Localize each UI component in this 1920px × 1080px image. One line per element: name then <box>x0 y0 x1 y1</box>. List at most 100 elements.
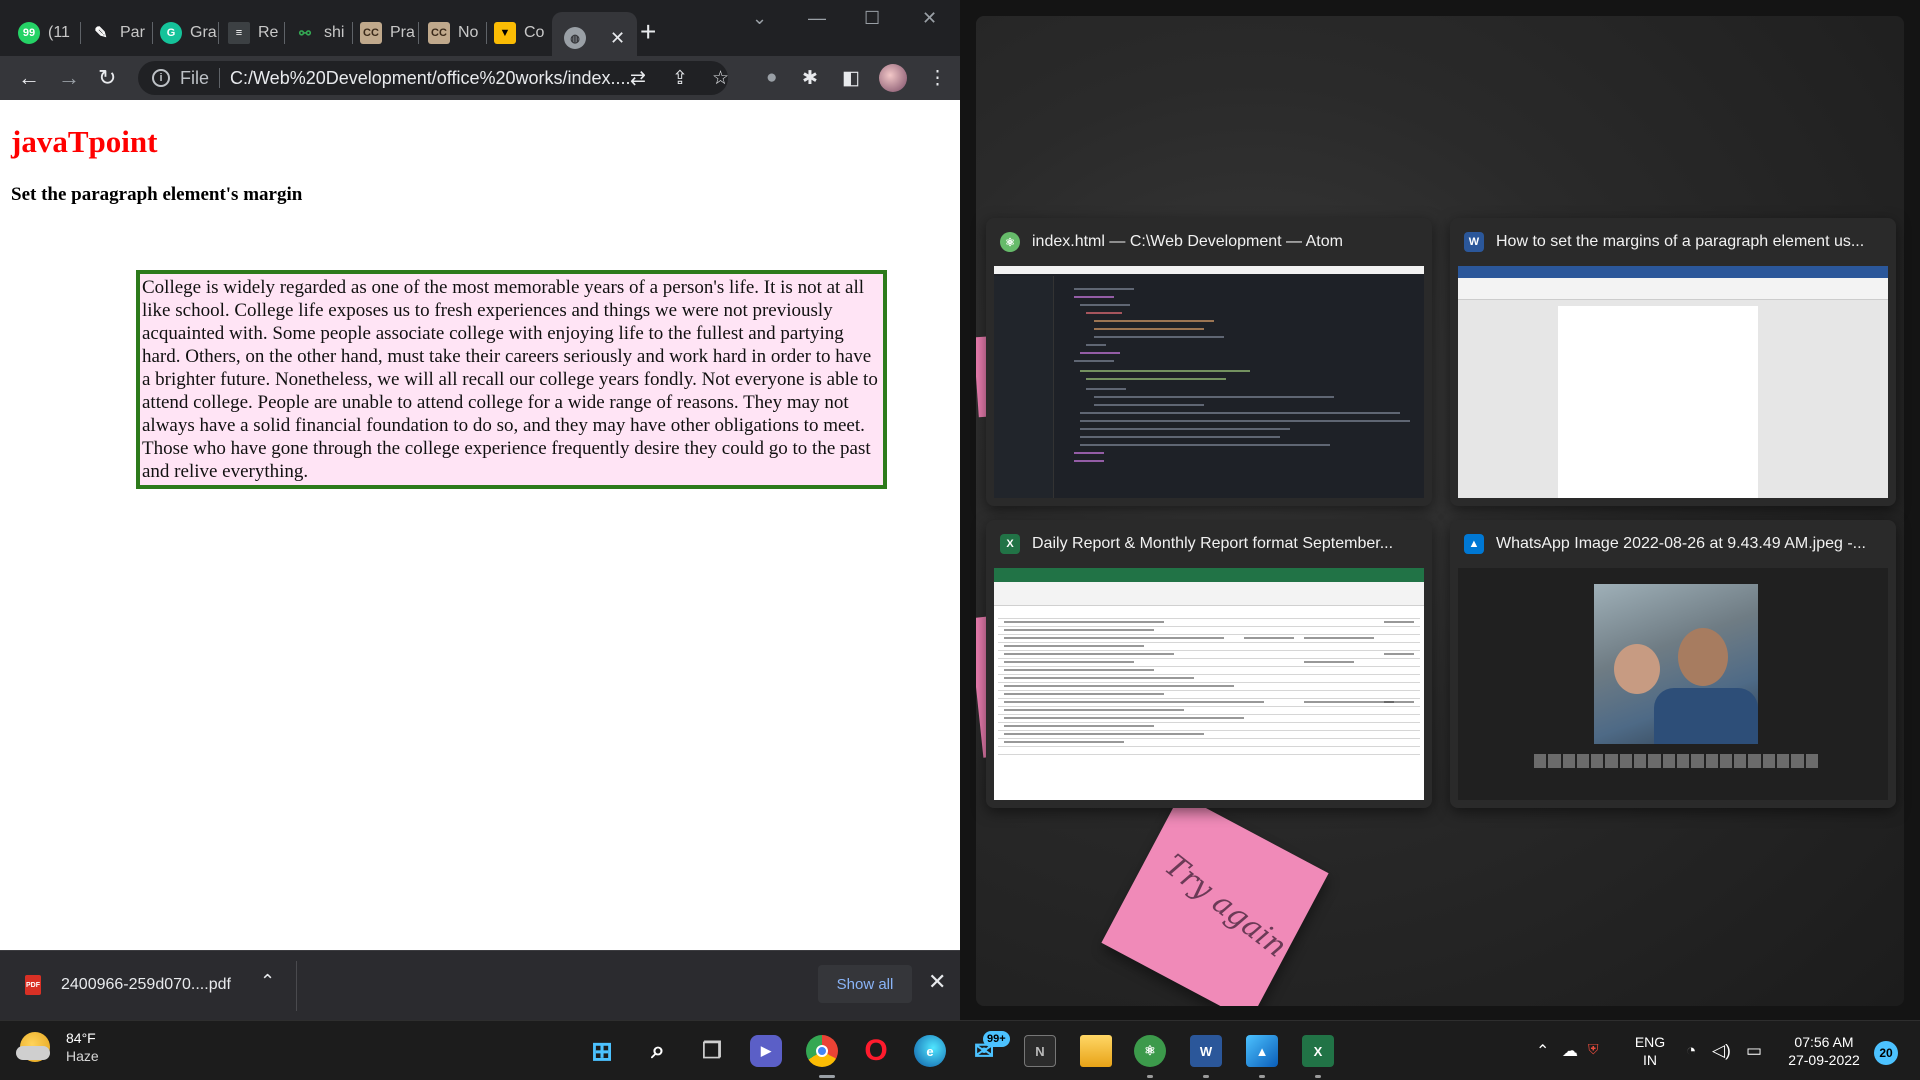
tab-no[interactable]: CC No <box>428 14 478 52</box>
clock-time: 07:56 AM <box>1794 1034 1854 1050</box>
snap-window-photos[interactable]: ▲ WhatsApp Image 2022-08-26 at 9.43.49 A… <box>1450 520 1896 808</box>
search-icon[interactable]: ⌕ <box>642 1035 674 1067</box>
chrome-icon[interactable] <box>806 1035 838 1067</box>
snap-window-word[interactable]: W How to set the margins of a paragraph … <box>1450 218 1896 506</box>
word-icon: W <box>1464 232 1484 252</box>
page-subheading: Set the paragraph element's margin <box>11 184 303 205</box>
photo-image <box>1594 584 1758 744</box>
link-icon: ⚯ <box>299 24 311 41</box>
minimize-icon[interactable]: — <box>808 8 826 29</box>
extensions-puzzle-icon[interactable]: ✱ <box>802 67 818 90</box>
tab-label: Pra <box>390 24 415 41</box>
start-windows-icon[interactable]: ⊞ <box>586 1035 618 1067</box>
forward-arrow-icon[interactable]: → <box>58 64 80 92</box>
photos-icon: ▲ <box>1464 534 1484 554</box>
tab-label: shi <box>324 24 345 41</box>
chrome-window: 99 (11 ✎ Par G Gra ≡ Re ⚯ shi CC Pra CC … <box>0 0 960 1020</box>
sticky-note-try-again: Try again <box>1101 794 1329 1006</box>
teams-chat-icon[interactable]: ▶ <box>750 1035 782 1067</box>
show-all-button[interactable]: Show all <box>818 965 912 1003</box>
grammarly-icon: G <box>160 22 182 44</box>
opera-icon[interactable]: O <box>860 1034 892 1067</box>
bookmark-star-icon[interactable]: ☆ <box>712 67 729 90</box>
side-panel-icon[interactable]: ◧ <box>842 67 860 90</box>
shield-icon: ▼ <box>494 22 516 44</box>
info-icon[interactable]: i <box>152 69 170 87</box>
close-icon[interactable]: ✕ <box>610 28 625 49</box>
battery-icon[interactable]: ▭ <box>1746 1041 1762 1061</box>
atom-icon: ⚛ <box>1000 232 1020 252</box>
excel-icon[interactable]: X <box>1302 1035 1334 1067</box>
translate-icon[interactable]: ⇄ <box>630 67 646 90</box>
tab-label: Gra <box>190 24 217 41</box>
volume-icon[interactable]: ◁) <box>1712 1041 1731 1061</box>
language-indicator[interactable]: ENG IN <box>1630 1033 1670 1069</box>
tab-pra[interactable]: CC Pra <box>360 14 415 52</box>
tab-grammarly[interactable]: G Gra <box>160 14 217 52</box>
word-icon[interactable]: W <box>1190 1035 1222 1067</box>
maximize-icon[interactable]: ☐ <box>864 8 880 29</box>
atom-icon[interactable]: ⚛ <box>1134 1035 1166 1067</box>
photo-thumbnail <box>1458 568 1888 800</box>
desktop-wallpaper: Try again <box>976 16 1904 1006</box>
taskbar: 84°F Haze ⊞ ⌕ ❐ ▶ O e ✉ 99+ N ⚛ W ▲ X ⌃ … <box>0 1020 1920 1080</box>
clock[interactable]: 07:56 AM 27-09-2022 <box>1784 1033 1864 1069</box>
word-thumbnail <box>1458 266 1888 498</box>
task-view-icon[interactable]: ❐ <box>696 1035 728 1067</box>
notification-badge[interactable]: 20 <box>1874 1041 1898 1065</box>
close-window-icon[interactable]: ✕ <box>922 8 937 29</box>
cc-icon: CC <box>428 22 450 44</box>
atom-thumbnail <box>994 266 1424 498</box>
tab-label: No <box>458 24 479 41</box>
download-shelf: PDF 2400966-259d070....pdf ⌃ Show all ✕ <box>0 950 960 1020</box>
whatsapp-icon: 99 <box>18 22 40 44</box>
page-heading: javaTpoint <box>11 124 158 159</box>
globe-icon: ◍ <box>564 27 586 49</box>
snap-window-atom[interactable]: ⚛ index.html — C:\Web Development — Atom <box>986 218 1432 506</box>
more-menu-icon[interactable]: ⋮ <box>928 67 947 90</box>
tab-label: Par <box>120 24 145 41</box>
url-scheme: File <box>180 67 210 88</box>
clock-date: 27-09-2022 <box>1788 1052 1860 1068</box>
back-arrow-icon[interactable]: ← <box>18 64 40 92</box>
tab-paragraph[interactable]: ✎ Par <box>90 14 145 52</box>
reload-icon[interactable]: ↻ <box>98 64 116 92</box>
edge-icon[interactable]: e <box>914 1035 946 1067</box>
onedrive-cloud-icon[interactable]: ☁ <box>1562 1041 1578 1061</box>
snap-window-title: Daily Report & Monthly Report format Sep… <box>1032 535 1394 552</box>
file-explorer-icon[interactable] <box>1080 1035 1112 1067</box>
tab-search-icon[interactable]: ⌄ <box>752 8 767 29</box>
close-icon[interactable]: ✕ <box>928 969 946 995</box>
wifi-icon[interactable]: ◔ <box>1686 1041 1696 1061</box>
tab-whatsapp[interactable]: 99 (11 <box>18 14 70 52</box>
language-code: ENG <box>1634 1034 1666 1050</box>
profile-avatar[interactable] <box>879 64 907 92</box>
feather-icon: ✎ <box>94 25 108 42</box>
new-tab-button[interactable]: + <box>640 18 656 46</box>
snap-assist-area: Try again ⚛ index.html — C:\Web Developm… <box>960 0 1920 1020</box>
page-content: javaTpoint Set the paragraph element's m… <box>0 100 960 950</box>
excel-thumbnail <box>994 568 1424 800</box>
sticky-note-text: Try again <box>1157 847 1294 965</box>
antivirus-icon[interactable]: ⛨ <box>1588 1041 1599 1058</box>
chevron-up-icon[interactable]: ⌃ <box>260 971 275 992</box>
snap-window-excel[interactable]: X Daily Report & Monthly Report format S… <box>986 520 1432 808</box>
tab-label: (11 <box>48 24 70 41</box>
url-text[interactable]: C:/Web%20Development/office%20works/inde… <box>230 68 631 89</box>
photos-icon[interactable]: ▲ <box>1246 1035 1278 1067</box>
cc-icon: CC <box>360 22 382 44</box>
share-icon[interactable]: ⇪ <box>672 67 688 90</box>
notion-icon[interactable]: N <box>1024 1035 1056 1067</box>
tab-co[interactable]: ▼ Co <box>494 14 544 52</box>
chevron-up-icon[interactable]: ⌃ <box>1536 1041 1549 1061</box>
filmstrip <box>1534 754 1818 768</box>
tab-shi[interactable]: ⚯ shi <box>294 14 344 52</box>
download-item[interactable]: PDF 2400966-259d070....pdf <box>25 975 231 995</box>
browser-toolbar: ← → ↻ i File C:/Web%20Development/office… <box>0 56 960 100</box>
snap-window-title: index.html — C:\Web Development — Atom <box>1032 233 1343 250</box>
weather-widget[interactable]: 84°F Haze <box>16 1029 99 1065</box>
tab-re[interactable]: ≡ Re <box>228 14 278 52</box>
weather-temperature: 84°F <box>66 1030 96 1046</box>
extension-bell-icon[interactable]: ● <box>766 67 777 89</box>
tab-strip: 99 (11 ✎ Par G Gra ≡ Re ⚯ shi CC Pra CC … <box>0 0 960 64</box>
